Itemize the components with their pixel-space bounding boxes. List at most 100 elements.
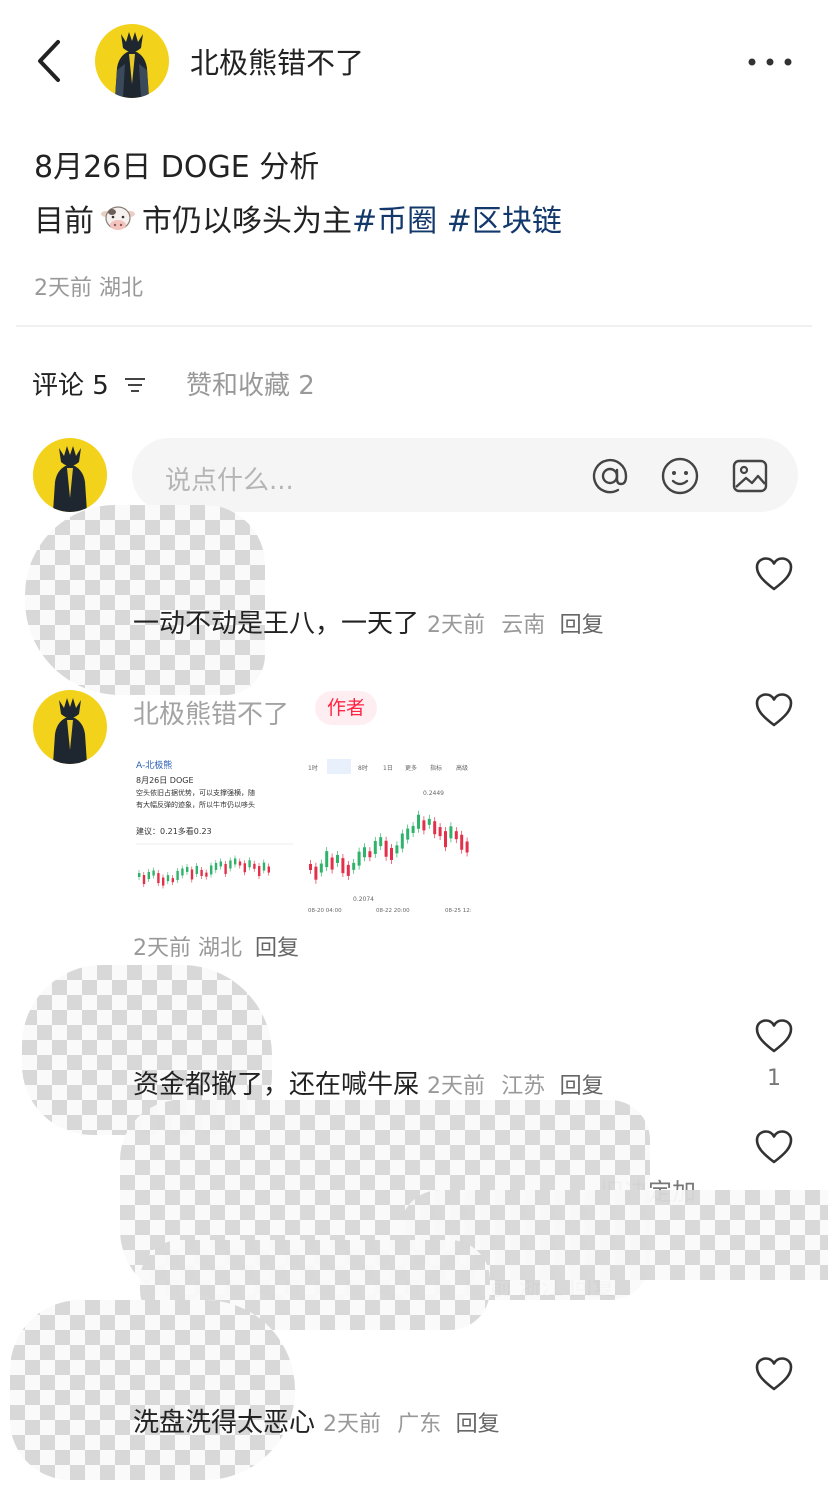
mini-candle-body: [224, 863, 227, 874]
comment-location: 云南: [501, 613, 546, 638]
mini-candle-body: [190, 869, 194, 880]
hashtag-link[interactable]: #区块链: [447, 204, 562, 239]
comment-avatar[interactable]: [33, 690, 107, 764]
comment-time: 2天前: [427, 613, 486, 638]
tab-comments-label: 评论: [32, 371, 85, 401]
mini-candle-body: [243, 863, 246, 873]
candle-body: [379, 837, 383, 847]
comment-body: 一动不动是王八，一天了: [133, 609, 420, 639]
comment-location: 广东: [397, 1412, 442, 1437]
author-name[interactable]: 北极熊错不了: [190, 40, 364, 82]
candle-body: [406, 828, 410, 840]
like-count: 1: [767, 1066, 781, 1091]
mini-candle-body: [229, 860, 232, 869]
candle-body: [309, 864, 312, 870]
author-avatar[interactable]: [95, 24, 169, 98]
chart-tab: 指标: [430, 764, 442, 772]
mini-candle-body: [162, 877, 165, 886]
comment-body: 洗盘洗得太恶心: [133, 1408, 316, 1438]
candle-body: [341, 858, 345, 874]
like-button[interactable]: [754, 1129, 794, 1165]
mini-candle-body: [157, 873, 160, 884]
candle-body: [384, 840, 388, 857]
candle-body: [363, 847, 366, 858]
mini-candle-body: [200, 869, 203, 876]
image-suggest: 建议：0.21多看0.23: [136, 826, 212, 836]
comment-time: 2天前: [133, 936, 191, 961]
comment-meta: 2天前 湖北 回复: [133, 930, 299, 962]
comment-image[interactable]: A-北极熊 8月26日 DOGE 空头依旧占据优势，可以支撑强横，随 有大幅反弹…: [133, 752, 478, 914]
sort-icon[interactable]: [123, 372, 147, 402]
candle-body: [357, 851, 361, 866]
image-icon[interactable]: [730, 456, 770, 496]
candle-body: [336, 854, 339, 863]
image-line: 有大幅反弹的迹象，所以牛市仍以哆头: [136, 800, 255, 809]
my-avatar: [33, 438, 107, 512]
comment-text: 洗盘洗得太恶心 2天前 广东 回复: [133, 1402, 500, 1439]
post-body-text: 市仍以哆头为主: [142, 204, 352, 239]
chart-tab: 1日: [383, 765, 393, 772]
comment-body: 资金都撤了，还在喊牛屎: [133, 1070, 420, 1100]
like-button[interactable]: [754, 1018, 794, 1054]
comment-text: 一动不动是王八，一天了 2天前 云南 回复: [133, 603, 604, 640]
heart-icon: [755, 1019, 793, 1053]
privacy-mask: [25, 505, 265, 695]
reply-button[interactable]: 回复: [456, 1412, 500, 1437]
candle-body: [411, 825, 415, 833]
privacy-mask: [10, 1300, 295, 1480]
more-options-button[interactable]: [745, 52, 795, 72]
mini-candle-body: [142, 875, 146, 884]
candle-body: [433, 821, 437, 835]
reply-button[interactable]: 回复: [255, 936, 299, 961]
mini-candle-body: [171, 878, 174, 883]
mini-candle-body: [176, 870, 179, 880]
mini-candle-body: [262, 862, 266, 871]
comment-text: 资金都撤了，还在喊牛屎 2天前 江苏 回复: [133, 1064, 604, 1101]
mini-candle-body: [181, 868, 184, 876]
post-time: 2天前: [34, 276, 92, 301]
image-date: 8月26日 DOGE: [136, 776, 194, 785]
post-body: 目前 市仍以哆头为主#币圈 #区块链: [34, 196, 562, 240]
comment-input-placeholder: 说点什么...: [165, 466, 294, 496]
chart-tab: 更多: [405, 764, 417, 772]
comment-location: 湖北: [198, 936, 243, 961]
heart-icon: [755, 557, 793, 591]
candle-body: [319, 863, 323, 873]
heart-icon: [755, 693, 793, 727]
author-badge: 作者: [315, 691, 378, 725]
like-button[interactable]: [754, 692, 794, 728]
comment-location: 江苏: [501, 1074, 546, 1099]
hashtag-link[interactable]: #币圈: [352, 204, 437, 239]
like-button[interactable]: [754, 1356, 794, 1392]
comment-author-name[interactable]: 北极熊错不了: [133, 694, 289, 731]
candle-body: [400, 833, 404, 849]
chart-high-label: 0.2449: [423, 790, 444, 797]
tab-comments-count: 5: [92, 371, 109, 401]
tab-likes-collections[interactable]: 赞和收藏 2: [186, 365, 315, 402]
mini-candle-body: [186, 866, 189, 872]
cow-emoji-icon: [100, 203, 136, 235]
post-body-prefix: 目前: [34, 204, 94, 239]
post-meta: 2天前 湖北: [34, 270, 143, 302]
reply-button[interactable]: 回复: [560, 613, 604, 638]
mini-candle-body: [238, 861, 242, 866]
candle-body: [465, 841, 469, 853]
candle-body: [368, 851, 372, 858]
candle-body: [438, 827, 442, 837]
tab-comments[interactable]: 评论 5: [32, 365, 147, 402]
reply-button[interactable]: 回复: [560, 1074, 604, 1099]
comment-time: 2天前: [427, 1074, 486, 1099]
chevron-left-icon: [38, 40, 60, 82]
tab-likes-label: 赞和收藏: [186, 371, 291, 401]
heart-icon: [755, 1130, 793, 1164]
candle-body: [390, 847, 393, 860]
candle-body: [314, 866, 318, 880]
like-button[interactable]: [754, 556, 794, 592]
post-title: 8月26日 DOGE 分析: [34, 150, 320, 185]
back-button[interactable]: [30, 38, 70, 84]
chart-tab: 8时: [358, 764, 368, 772]
mini-candle-body: [214, 862, 218, 870]
mini-candle-body: [258, 866, 261, 877]
mention-icon[interactable]: [590, 456, 630, 496]
emoji-icon[interactable]: [660, 456, 700, 496]
